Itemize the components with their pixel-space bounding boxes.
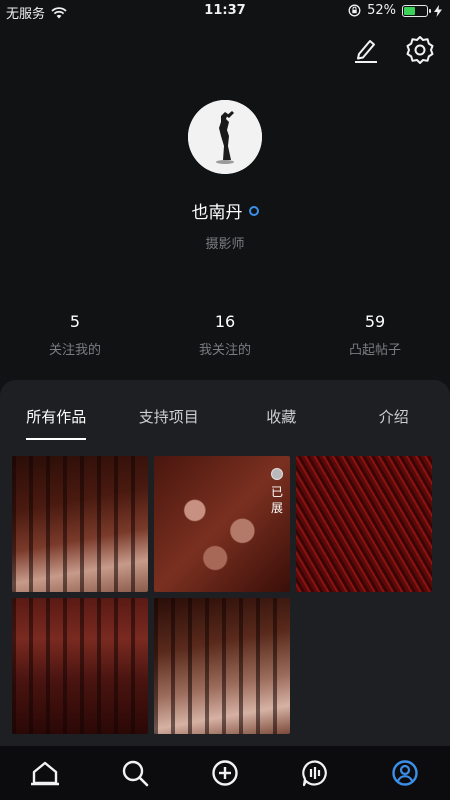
messages-icon — [302, 760, 327, 787]
user-name: 也南丹 — [191, 203, 243, 223]
nav-add[interactable] — [180, 746, 270, 800]
name-row: 也南丹 — [0, 198, 450, 223]
content-panel: 所有作品 支持项目 收藏 介绍 已展 — [0, 380, 450, 746]
stat-value: 59 — [364, 312, 386, 331]
edit-icon[interactable] — [350, 34, 382, 66]
profile-icon — [392, 760, 418, 786]
profile-header: 也南丹 摄影师 — [0, 100, 450, 252]
forest-texture — [12, 598, 148, 734]
work-thumbnail[interactable] — [154, 598, 290, 734]
forest-texture — [154, 598, 290, 734]
tab-introduction[interactable]: 介绍 — [338, 380, 450, 442]
status-right: 52% — [348, 3, 442, 18]
works-grid: 已展 — [12, 456, 432, 734]
top-actions — [350, 34, 436, 66]
stats-row: 5 关注我的 16 我关注的 59 凸起帖子 — [0, 312, 450, 358]
nav-messages[interactable] — [270, 746, 360, 800]
battery-icon — [402, 4, 431, 17]
work-thumbnail[interactable] — [12, 456, 148, 592]
tab-supported-projects[interactable]: 支持项目 — [113, 380, 226, 442]
battery-percent: 52% — [367, 3, 396, 18]
add-icon — [212, 760, 238, 786]
status-bar: 无服务 11:37 52% — [0, 0, 450, 24]
tab-all-works[interactable]: 所有作品 — [0, 380, 113, 442]
work-thumbnail[interactable]: 已展 — [154, 456, 290, 592]
forest-texture — [12, 456, 148, 592]
tab-favorites[interactable]: 收藏 — [225, 380, 338, 442]
nav-profile[interactable] — [360, 746, 450, 800]
search-icon — [122, 760, 149, 787]
rotation-lock-icon — [348, 4, 361, 17]
nav-search[interactable] — [90, 746, 180, 800]
stat-value: 16 — [214, 312, 236, 331]
exhibited-badge: 已展 — [268, 468, 286, 516]
battery-level — [404, 6, 416, 15]
verified-icon — [248, 205, 259, 216]
work-thumbnail[interactable] — [296, 456, 432, 592]
stat-label: 凸起帖子 — [348, 343, 401, 358]
avatar[interactable] — [188, 100, 262, 174]
stat-posts[interactable]: 59 凸起帖子 — [300, 312, 450, 358]
stat-followers[interactable]: 5 关注我的 — [0, 312, 150, 358]
bottom-nav — [0, 746, 450, 800]
nav-home[interactable] — [0, 746, 90, 800]
stat-label: 关注我的 — [48, 343, 101, 358]
badge-text: 已展 — [270, 485, 283, 515]
stat-value: 5 — [69, 312, 81, 331]
home-icon — [31, 761, 59, 786]
user-role: 摄影师 — [205, 237, 245, 252]
work-thumbnail[interactable] — [12, 598, 148, 734]
stat-following[interactable]: 16 我关注的 — [150, 312, 300, 358]
charging-icon — [434, 4, 442, 17]
settings-icon[interactable] — [404, 34, 436, 66]
badge-dot-icon — [271, 468, 283, 480]
stat-label: 我关注的 — [198, 343, 251, 358]
tab-bar: 所有作品 支持项目 收藏 介绍 — [0, 380, 450, 442]
